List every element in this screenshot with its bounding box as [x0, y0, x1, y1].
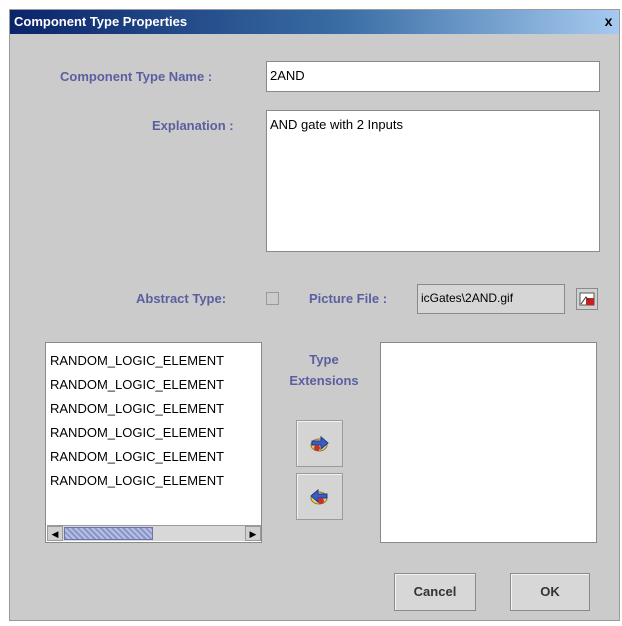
explanation-label: Explanation : [152, 118, 234, 133]
abstract-type-checkbox[interactable] [266, 292, 279, 305]
picture-file-label: Picture File : [309, 291, 388, 306]
type-extensions-label: Type Extensions [284, 352, 364, 388]
type-extensions-label-line1: Type [309, 352, 339, 367]
type-extensions-label-line2: Extensions [289, 373, 359, 388]
window-title: Component Type Properties [14, 14, 188, 29]
abstract-type-label: Abstract Type: [136, 291, 227, 306]
scroll-left-icon[interactable]: ◀ [47, 526, 63, 541]
picture-file-input[interactable]: icGates\2AND.gif [417, 284, 565, 314]
cancel-button[interactable]: Cancel [394, 573, 476, 611]
scroll-right-icon[interactable]: ▶ [245, 526, 261, 541]
title-bar[interactable]: Component Type Properties x [10, 10, 619, 34]
list-item[interactable]: RANDOM_LOGIC_ELEMENT [50, 353, 258, 368]
explanation-textarea[interactable]: AND gate with 2 Inputs [266, 110, 600, 252]
type-extensions-list[interactable] [380, 342, 597, 543]
ok-button[interactable]: OK [510, 573, 590, 611]
component-type-properties-dialog: Component Type Properties x Component Ty… [9, 9, 620, 621]
list-item[interactable]: RANDOM_LOGIC_ELEMENT [50, 473, 258, 488]
list-item[interactable]: RANDOM_LOGIC_ELEMENT [50, 425, 258, 440]
arrow-right-icon [310, 435, 329, 452]
scrollbar-thumb[interactable] [64, 527, 153, 540]
picture-icon [579, 292, 595, 306]
list-item[interactable]: RANDOM_LOGIC_ELEMENT [50, 377, 258, 392]
component-type-name-label: Component Type Name : [60, 69, 213, 84]
horizontal-scrollbar[interactable]: ◀ ▶ [47, 525, 261, 541]
component-type-name-input[interactable]: 2AND [266, 61, 600, 92]
picture-file-value: icGates\2AND.gif [421, 291, 514, 305]
explanation-value: AND gate with 2 Inputs [270, 117, 403, 132]
arrow-left-icon [310, 488, 328, 505]
type-list[interactable]: RANDOM_LOGIC_ELEMENT RANDOM_LOGIC_ELEMEN… [45, 342, 262, 543]
remove-extension-button[interactable] [296, 473, 343, 520]
browse-picture-button[interactable] [576, 288, 598, 310]
list-item[interactable]: RANDOM_LOGIC_ELEMENT [50, 401, 258, 416]
add-extension-button[interactable] [296, 420, 343, 467]
list-item[interactable]: RANDOM_LOGIC_ELEMENT [50, 449, 258, 464]
component-type-name-value: 2AND [270, 68, 305, 83]
close-icon[interactable]: x [601, 14, 616, 29]
